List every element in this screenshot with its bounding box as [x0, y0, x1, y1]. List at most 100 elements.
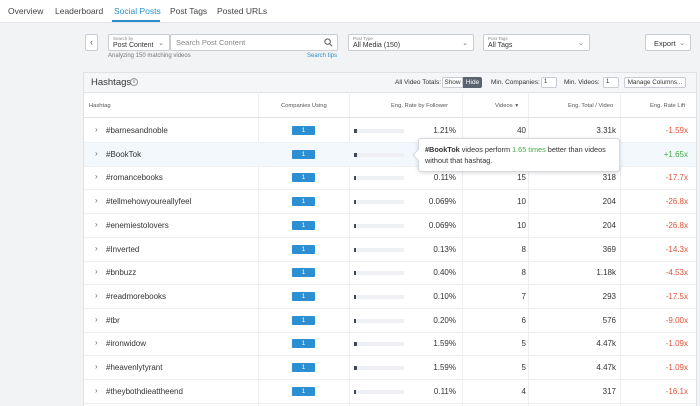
search-by-value: Post Content: [113, 42, 154, 49]
tooltip-highlight: 1.65 times: [512, 145, 546, 154]
eng-rate-bar: [354, 271, 404, 276]
eng-rate-bar: [354, 176, 404, 181]
header-eng-lift[interactable]: Eng. Rate Lift: [650, 103, 685, 109]
eng-total-value: 1.18k: [596, 268, 616, 278]
expand-chevron-icon[interactable]: ›: [95, 220, 98, 229]
companies-badge: 1: [292, 220, 315, 230]
lift-tooltip: #BookTok videos perform 1.65 times bette…: [412, 138, 620, 172]
videos-count: 4: [521, 386, 526, 396]
hashtag-name[interactable]: #ironwidow: [106, 339, 146, 348]
hashtag-name[interactable]: #barnesandnoble: [106, 126, 168, 135]
table-row[interactable]: › #heavenlytyrant 1 1.59% 5 4.47k -1.09x: [84, 356, 696, 380]
videos-count: 10: [517, 197, 526, 207]
post-type-select[interactable]: Post Type All Media (150) ⌄: [348, 34, 474, 51]
min-companies-select[interactable]: 1: [541, 77, 557, 88]
analyzing-status: Analyzing 150 matching videos: [108, 53, 191, 59]
hashtag-name[interactable]: #heavenlytyrant: [106, 363, 162, 372]
expand-chevron-icon[interactable]: ›: [95, 362, 98, 371]
eng-rate-bar-fill: [354, 247, 356, 252]
manage-columns-button[interactable]: Manage Columns...: [624, 77, 686, 88]
eng-rate-bar-fill: [354, 366, 357, 370]
companies-badge: 1: [292, 291, 315, 301]
table-row[interactable]: › #readmorebooks 1 0.10% 7 293 -17.5x: [84, 285, 696, 309]
export-button[interactable]: Export ⌄: [645, 34, 691, 51]
table-row[interactable]: › #enemiestolovers 1 0.069% 10 204 -26.8x: [84, 214, 696, 238]
eng-rate-bar-fill: [354, 318, 356, 323]
eng-rate-bar: [354, 223, 404, 228]
header-eng-rate[interactable]: Eng. Rate by Follower: [391, 103, 448, 109]
chevron-down-icon: ⌄: [578, 40, 584, 47]
table-row[interactable]: › #tbr 1 0.20% 6 576 -9.00x: [84, 309, 696, 333]
expand-chevron-icon[interactable]: ›: [95, 315, 98, 324]
table-row[interactable]: › #Inverted 1 0.13% 8 369 -14.3x: [84, 238, 696, 262]
hashtag-name[interactable]: #Inverted: [106, 245, 139, 254]
table-row[interactable]: › #tellmehowyoureallyfeel 1 0.069% 10 204 -26.…: [84, 190, 696, 215]
table-row[interactable]: › #bnbuzz 1 0.40% 8 1.18k -4.53x: [84, 261, 696, 286]
eng-rate-value: 0.11%: [433, 173, 456, 183]
expand-chevron-icon[interactable]: ›: [95, 196, 98, 205]
hashtag-name[interactable]: #tellmehowyoureallyfeel: [106, 197, 191, 206]
search-input[interactable]: [176, 37, 316, 48]
filter-bar: ‹ Search by Post Content ⌄ Post Type All…: [0, 24, 700, 68]
eng-lift-value: -26.8x: [665, 197, 688, 207]
companies-badge: 1: [292, 173, 315, 183]
back-button[interactable]: ‹: [85, 34, 98, 51]
min-companies-label: Min. Companies:: [491, 79, 540, 86]
expand-chevron-icon[interactable]: ›: [95, 244, 98, 253]
eng-total-value: 4.47k: [596, 363, 616, 372]
info-icon[interactable]: i: [130, 78, 138, 86]
table-row[interactable]: › #theybothdieattheend 1 0.11% 4 317 -16.1x: [84, 380, 696, 404]
header-companies[interactable]: Companies Using: [281, 103, 327, 109]
tab-post-tags[interactable]: Post Tags: [170, 6, 207, 16]
eng-lift-value: -16.1x: [665, 386, 688, 396]
expand-chevron-icon[interactable]: ›: [95, 338, 98, 347]
companies-badge: 1: [292, 197, 315, 207]
table-row[interactable]: › #ironwidow 1 1.59% 5 4.47k -1.09x: [84, 332, 696, 357]
companies-badge: 1: [292, 315, 315, 325]
eng-rate-bar: [354, 342, 404, 347]
search-icon[interactable]: [324, 38, 333, 47]
eng-lift-value: -4.53x: [665, 268, 688, 278]
videos-count: 8: [521, 268, 526, 278]
videos-count: 5: [521, 363, 526, 372]
search-field[interactable]: [170, 34, 338, 51]
hashtag-name[interactable]: #bnbuzz: [106, 268, 136, 277]
hashtag-name[interactable]: #tbr: [106, 316, 120, 325]
show-toggle[interactable]: Show: [442, 77, 463, 88]
tab-overview[interactable]: Overview: [8, 6, 43, 16]
tab-social-posts[interactable]: Social Posts: [114, 6, 161, 16]
hashtag-name[interactable]: #theybothdieattheend: [106, 387, 183, 396]
videos-count: 5: [521, 339, 526, 349]
search-tips-link[interactable]: Search tips: [307, 53, 337, 59]
expand-chevron-icon[interactable]: ›: [95, 267, 98, 276]
eng-total-value: 576: [602, 315, 616, 325]
eng-total-value: 317: [602, 386, 616, 396]
expand-chevron-icon[interactable]: ›: [95, 125, 98, 134]
hashtag-name[interactable]: #enemiestolovers: [106, 221, 169, 230]
header-videos[interactable]: Videos ▼: [495, 103, 519, 109]
eng-rate-bar: [354, 366, 404, 370]
post-tags-label: Post Tags: [488, 36, 508, 41]
search-by-select[interactable]: Search by Post Content ⌄: [108, 34, 170, 51]
hashtag-name[interactable]: #readmorebooks: [106, 292, 166, 301]
eng-lift-value: -1.09x: [665, 339, 688, 349]
panel-header: Hashtags i All Video Totals: Show Hide M…: [84, 73, 696, 93]
min-videos-value: 1: [606, 79, 610, 85]
tab-leaderboard[interactable]: Leaderboard: [55, 6, 103, 16]
min-videos-select[interactable]: 1: [603, 77, 619, 88]
expand-chevron-icon[interactable]: ›: [95, 291, 98, 300]
hashtag-name[interactable]: #BookTok: [106, 150, 141, 159]
header-eng-total[interactable]: Eng. Total / Video: [568, 103, 613, 109]
eng-rate-value: 1.21%: [433, 126, 456, 135]
eng-rate-bar: [354, 152, 404, 157]
tab-posted-urls[interactable]: Posted URLs: [217, 6, 267, 16]
videos-count: 15: [517, 173, 526, 183]
hide-toggle[interactable]: Hide: [463, 77, 482, 88]
eng-rate-value: 0.11%: [433, 386, 456, 396]
post-tags-select[interactable]: Post Tags All Tags ⌄: [483, 34, 590, 51]
expand-chevron-icon[interactable]: ›: [95, 386, 98, 395]
expand-chevron-icon[interactable]: ›: [95, 172, 98, 181]
hashtag-name[interactable]: #romancebooks: [106, 173, 163, 182]
expand-chevron-icon[interactable]: ›: [95, 149, 98, 158]
header-hashtag[interactable]: Hashtag: [89, 103, 111, 109]
